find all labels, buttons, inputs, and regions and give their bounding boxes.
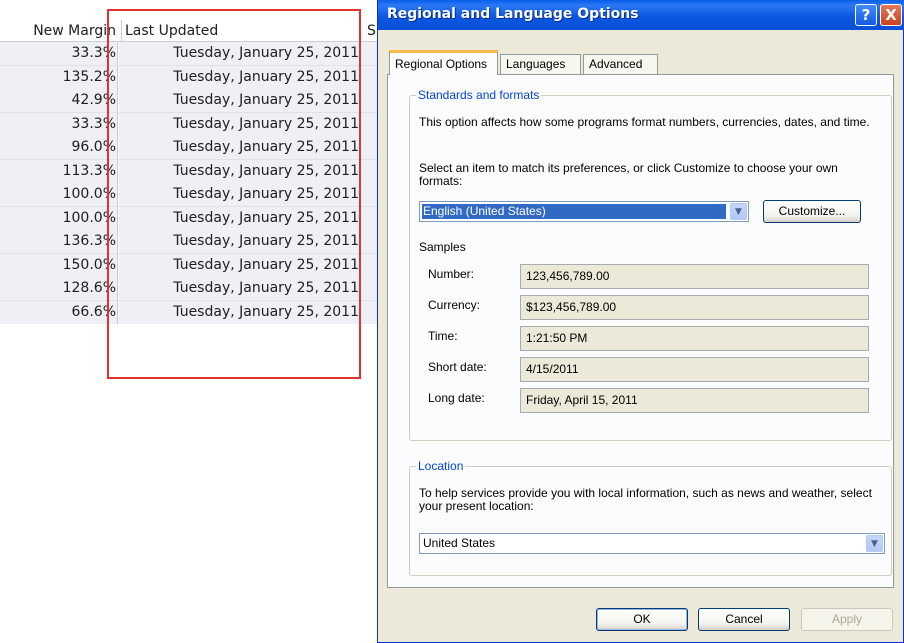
table-row[interactable]: 100.0% Tuesday, January 25, 2011	[0, 183, 380, 207]
cell-new-margin[interactable]: 100.0%	[0, 206, 118, 230]
format-select[interactable]: English (United States) ▼	[419, 201, 749, 222]
table-row[interactable]: 66.6% Tuesday, January 25, 2011	[0, 300, 380, 324]
location-select-value: United States	[423, 536, 496, 550]
regional-language-options-dialog: Regional and Language Options ? X Region…	[377, 0, 904, 643]
table-row[interactable]: 100.0% Tuesday, January 25, 2011	[0, 206, 380, 230]
chevron-down-icon[interactable]: ▼	[866, 535, 883, 552]
table-row[interactable]: 96.0% Tuesday, January 25, 2011	[0, 136, 380, 160]
cell-new-margin[interactable]: 150.0%	[0, 253, 118, 277]
cell-new-margin[interactable]: 136.3%	[0, 230, 118, 253]
cell-last-updated[interactable]: Tuesday, January 25, 2011	[119, 65, 361, 89]
tab-panel-regional-options: Standards and formats This option affect…	[387, 74, 894, 588]
sample-label: Long date:	[428, 391, 485, 405]
column-header-last-updated[interactable]: Last Updated	[121, 20, 361, 42]
help-button[interactable]: ?	[855, 4, 877, 26]
cell-new-margin[interactable]: 135.2%	[0, 65, 118, 89]
cell-last-updated[interactable]: Tuesday, January 25, 2011	[119, 253, 361, 277]
table-row[interactable]: 128.6% Tuesday, January 25, 2011	[0, 277, 380, 301]
cell-last-updated[interactable]: Tuesday, January 25, 2011	[119, 277, 361, 300]
table-row[interactable]: 33.3% Tuesday, January 25, 2011	[0, 112, 380, 136]
cell-new-margin[interactable]: 113.3%	[0, 159, 118, 183]
tab-languages[interactable]: Languages	[500, 54, 581, 75]
standards-and-formats-group: Standards and formats This option affect…	[409, 88, 892, 441]
location-group-title: Location	[416, 459, 466, 473]
cell-new-margin[interactable]: 100.0%	[0, 183, 118, 206]
tab-advanced[interactable]: Advanced	[583, 54, 658, 75]
apply-button[interactable]: Apply	[801, 608, 893, 631]
ok-button[interactable]: OK	[596, 608, 688, 631]
table-row[interactable]: 136.3% Tuesday, January 25, 2011	[0, 230, 380, 254]
sample-value-field: Friday, April 15, 2011	[520, 388, 869, 413]
samples-label: Samples	[419, 240, 466, 254]
cell-new-margin[interactable]: 128.6%	[0, 277, 118, 300]
cell-last-updated[interactable]: Tuesday, January 25, 2011	[119, 183, 361, 206]
sample-value-field: $123,456,789.00	[520, 295, 869, 320]
table-body: 33.3% Tuesday, January 25, 2011 135.2% Tues…	[0, 42, 380, 324]
table-row[interactable]: 42.9% Tuesday, January 25, 2011	[0, 89, 380, 113]
column-header-row: New Margin Last Updated S	[0, 20, 380, 42]
cell-last-updated[interactable]: Tuesday, January 25, 2011	[119, 89, 361, 112]
table-row[interactable]: 150.0% Tuesday, January 25, 2011	[0, 253, 380, 277]
cell-last-updated[interactable]: Tuesday, January 25, 2011	[119, 112, 361, 136]
cell-new-margin[interactable]: 42.9%	[0, 89, 118, 112]
standards-instruction: Select an item to match its preferences,…	[419, 161, 838, 188]
column-header-new-margin[interactable]: New Margin	[0, 20, 118, 42]
close-icon: X	[885, 6, 897, 24]
cell-last-updated[interactable]: Tuesday, January 25, 2011	[119, 230, 361, 253]
sample-value-field: 4/15/2011	[520, 357, 869, 382]
cancel-button[interactable]: Cancel	[698, 608, 790, 631]
cell-last-updated[interactable]: Tuesday, January 25, 2011	[119, 42, 361, 65]
table-row[interactable]: 113.3% Tuesday, January 25, 2011	[0, 159, 380, 183]
chevron-down-icon[interactable]: ▼	[730, 203, 747, 220]
sample-value-field: 1:21:50 PM	[520, 326, 869, 351]
tab-regional-options[interactable]: Regional Options	[389, 50, 498, 75]
sample-value-field: 123,456,789.00	[520, 264, 869, 289]
cell-last-updated[interactable]: Tuesday, January 25, 2011	[119, 206, 361, 230]
help-icon: ?	[861, 6, 871, 24]
customize-button[interactable]: Customize...	[763, 200, 861, 223]
sample-label: Time:	[428, 329, 458, 343]
table-row[interactable]: 33.3% Tuesday, January 25, 2011	[0, 42, 380, 66]
screen: New Margin Last Updated S 33.3% Tuesday, …	[0, 0, 904, 643]
cell-new-margin[interactable]: 33.3%	[0, 112, 118, 136]
location-group: Location To help services provide you wi…	[409, 459, 892, 576]
spreadsheet: New Margin Last Updated S 33.3% Tuesday, …	[0, 0, 380, 643]
cell-new-margin[interactable]: 96.0%	[0, 136, 118, 159]
sample-label: Short date:	[428, 360, 487, 374]
close-button[interactable]: X	[880, 4, 902, 26]
format-select-value: English (United States)	[422, 204, 726, 219]
location-select[interactable]: United States ▼	[419, 533, 885, 554]
title-bar[interactable]: Regional and Language Options ? X	[378, 0, 904, 30]
dialog-title: Regional and Language Options	[387, 6, 639, 22]
cell-last-updated[interactable]: Tuesday, January 25, 2011	[119, 300, 361, 324]
cell-last-updated[interactable]: Tuesday, January 25, 2011	[119, 159, 361, 183]
standards-group-title: Standards and formats	[416, 88, 542, 102]
table-row[interactable]: 135.2% Tuesday, January 25, 2011	[0, 65, 380, 89]
location-description: To help services provide you with local …	[419, 486, 872, 513]
sample-label: Currency:	[428, 298, 481, 312]
standards-description: This option affects how some programs fo…	[419, 115, 870, 129]
cell-last-updated[interactable]: Tuesday, January 25, 2011	[119, 136, 361, 159]
sample-label: Number:	[428, 267, 475, 281]
cell-new-margin[interactable]: 66.6%	[0, 300, 118, 324]
cell-new-margin[interactable]: 33.3%	[0, 42, 118, 65]
